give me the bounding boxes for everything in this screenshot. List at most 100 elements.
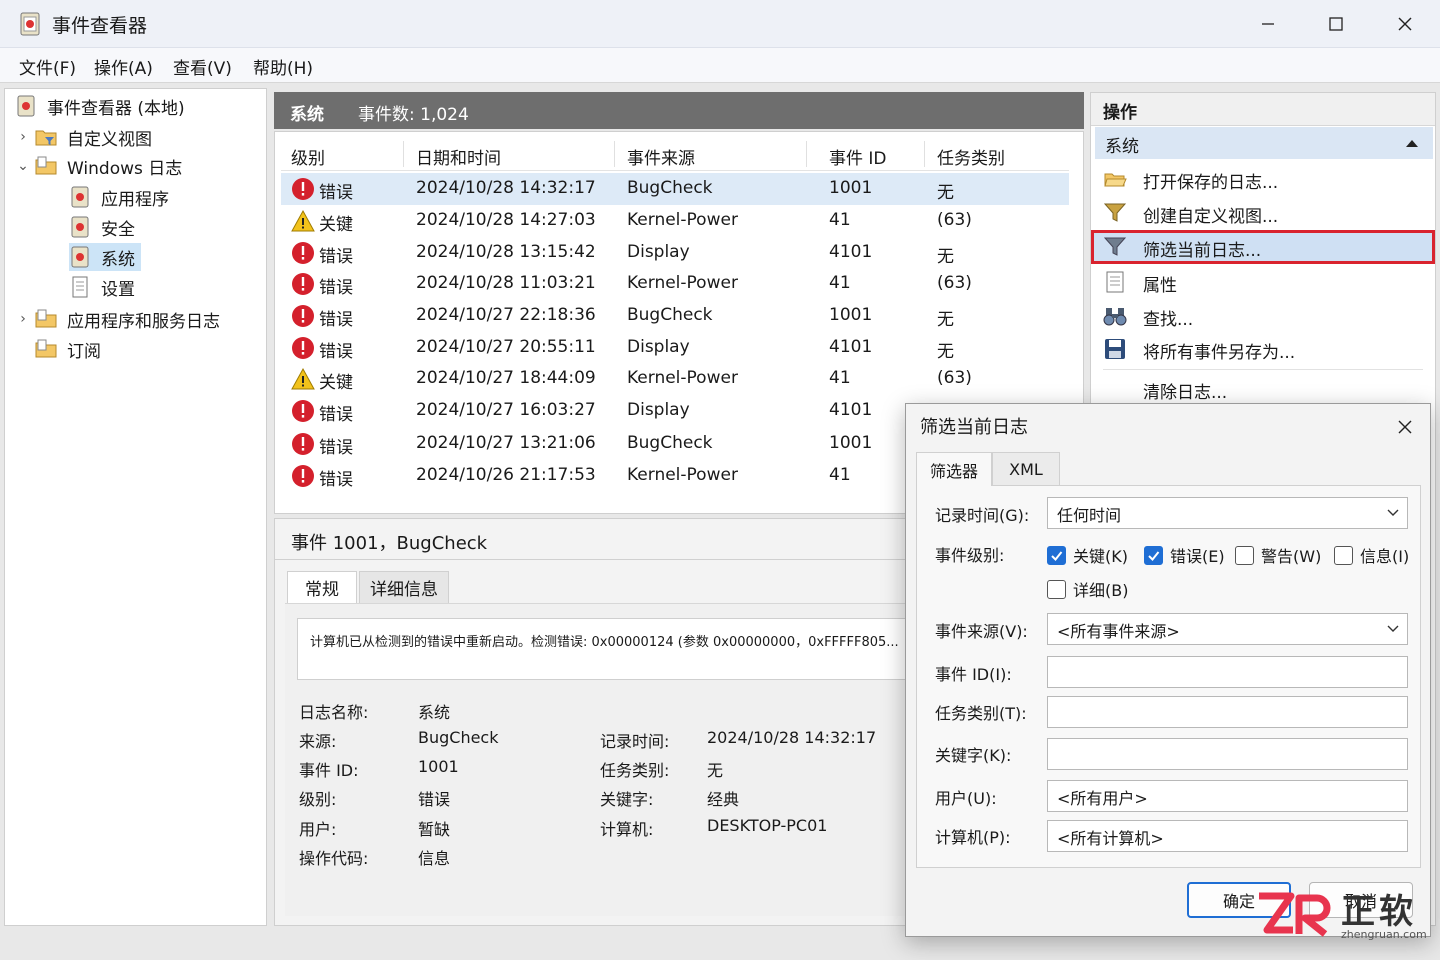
table-row[interactable]: 错误 2024/10/28 14:32:17 BugCheck 1001 无 (281, 173, 1069, 205)
table-row[interactable]: 关键 2024/10/27 18:44:09 Kernel-Power 41 (63) (281, 363, 1069, 395)
error-icon (292, 433, 314, 455)
event-viewer-app-icon (20, 12, 40, 36)
tree-label: 系统 (101, 249, 135, 270)
row-event-id: 1001 (829, 178, 873, 198)
table-row[interactable]: 错误 2024/10/28 13:15:42 Display 4101 无 (281, 237, 1069, 269)
tree-label: 事件查看器 (本地) (47, 98, 185, 119)
table-row[interactable]: 错误 2024/10/27 22:18:36 BugCheck 1001 无 (281, 300, 1069, 332)
collapse-up-icon[interactable] (1405, 139, 1419, 148)
row-source: Kernel-Power (627, 368, 738, 388)
keywords-input[interactable] (1047, 738, 1408, 770)
checkbox-information[interactable]: 信息(I) (1334, 544, 1409, 566)
tree-item-root[interactable]: 事件查看器 (本地) (15, 92, 185, 120)
tree-item-apps-services[interactable]: › 应用程序和服务日志 (15, 305, 220, 333)
tab-details[interactable]: 详细信息 (359, 571, 449, 603)
table-row[interactable]: 关键 2024/10/28 14:27:03 Kernel-Power 41 (63) (281, 205, 1069, 237)
menu-file[interactable]: 文件(F) (19, 54, 76, 79)
folder-subscription-icon (35, 339, 57, 358)
row-source: Kernel-Power (627, 210, 738, 230)
row-level: 错误 (319, 342, 353, 362)
menu-action[interactable]: 操作(A) (94, 54, 153, 79)
actions-section-system[interactable]: 系统 (1095, 127, 1433, 159)
checkbox-warning[interactable]: 警告(W) (1235, 544, 1321, 566)
folder-log-icon (35, 309, 57, 328)
table-row[interactable]: 错误 2024/10/28 11:03:21 Kernel-Power 41 (63) (281, 268, 1069, 300)
action-clear-log[interactable]: 清除日志... (1091, 372, 1435, 406)
dialog-close-button[interactable] (1390, 412, 1420, 442)
tree-item-subscriptions[interactable]: 订阅 (35, 335, 101, 363)
minimize-button[interactable] (1245, 6, 1291, 42)
menu-help[interactable]: 帮助(H) (253, 54, 313, 79)
tree-label: 设置 (101, 279, 135, 300)
row-category: 无 (937, 310, 954, 330)
row-datetime: 2024/10/27 20:55:11 (416, 337, 596, 357)
folder-log-icon (35, 156, 57, 175)
event-id-label: 事件 ID: (299, 761, 359, 780)
action-find[interactable]: 查找... (1091, 299, 1435, 333)
properties-icon (1106, 271, 1124, 293)
action-properties[interactable]: 属性 (1091, 265, 1435, 299)
tab-xml[interactable]: XML (992, 452, 1060, 486)
checkbox-critical[interactable]: 关键(K) (1047, 544, 1128, 566)
chevron-down-icon[interactable]: ⌄ (15, 158, 31, 174)
tree-item-setup[interactable]: 设置 (69, 273, 135, 301)
column-source[interactable]: 事件来源 (627, 144, 695, 169)
row-source: Display (627, 242, 690, 262)
computer-input[interactable]: <所有计算机> (1047, 820, 1408, 852)
menu-view[interactable]: 查看(V) (173, 54, 232, 79)
table-row[interactable]: 错误 2024/10/27 20:55:11 Display 4101 无 (281, 332, 1069, 364)
tree-item-windows-logs[interactable]: ⌄ Windows 日志 (15, 152, 182, 180)
close-button[interactable] (1382, 6, 1428, 42)
level-value: 错误 (418, 790, 451, 809)
tree-item-system[interactable]: 系统 (69, 243, 141, 271)
row-event-id: 4101 (829, 400, 873, 420)
column-datetime[interactable]: 日期和时间 (416, 144, 501, 169)
action-save-all-events[interactable]: 将所有事件另存为... (1091, 332, 1435, 366)
zr-logo-icon (1259, 892, 1331, 937)
action-filter-current-log[interactable]: 筛选当前日志... (1091, 230, 1435, 264)
level-label: 级别: (299, 790, 337, 809)
source-label: 来源: (299, 732, 337, 751)
document-icon (72, 276, 88, 298)
chevron-right-icon[interactable]: › (15, 311, 31, 327)
level-label: 事件级别: (935, 546, 1005, 565)
filter-dialog: 筛选当前日志 筛选器 XML 记录时间(G): 任何时间 事件级别: 关键(K)… (905, 403, 1431, 937)
navigation-tree: 事件查看器 (本地) › 自定义视图 ⌄ Windows 日志 应用程序 安全 … (4, 88, 267, 926)
row-datetime: 2024/10/27 13:21:06 (416, 433, 596, 453)
tree-item-security[interactable]: 安全 (69, 213, 135, 241)
action-create-custom-view[interactable]: 创建自定义视图... (1091, 196, 1435, 230)
tab-filter[interactable]: 筛选器 (916, 452, 992, 486)
action-open-saved-log[interactable]: 打开保存的日志... (1091, 162, 1435, 196)
column-event-id[interactable]: 事件 ID (829, 144, 887, 169)
dialog-title: 筛选当前日志 (920, 417, 1028, 438)
tree-item-custom-views[interactable]: › 自定义视图 (15, 123, 152, 151)
column-task-category[interactable]: 任务类别 (937, 144, 1005, 169)
warning-icon (291, 367, 315, 390)
checkbox-checked-icon (1047, 545, 1066, 565)
column-level[interactable]: 级别 (291, 144, 325, 169)
user-label: 用户: (299, 820, 337, 839)
row-datetime: 2024/10/28 13:15:42 (416, 242, 596, 262)
row-event-id: 4101 (829, 242, 873, 262)
minimize-icon (1262, 23, 1274, 25)
logged-dropdown[interactable]: 任何时间 (1047, 497, 1408, 529)
row-category: 无 (937, 183, 954, 203)
computer-label: 计算机(P): (935, 828, 1011, 847)
save-icon (1105, 339, 1125, 359)
tree-item-application[interactable]: 应用程序 (69, 183, 169, 211)
computer-label: 计算机: (600, 820, 654, 839)
checkbox-verbose[interactable]: 详细(B) (1047, 578, 1128, 600)
task-category-input[interactable] (1047, 696, 1408, 728)
chevron-right-icon[interactable]: › (15, 129, 31, 145)
tab-general[interactable]: 常规 (287, 571, 357, 603)
error-icon (292, 337, 314, 359)
maximize-button[interactable] (1313, 6, 1359, 42)
row-category: 无 (937, 247, 954, 267)
user-input[interactable]: <所有用户> (1047, 780, 1408, 812)
row-event-id: 41 (829, 273, 851, 293)
checkbox-error[interactable]: 错误(E) (1144, 544, 1225, 566)
close-icon (1398, 17, 1412, 31)
source-dropdown[interactable]: <所有事件来源> (1047, 613, 1408, 645)
event-id-input[interactable] (1047, 656, 1408, 688)
tree-label: 应用程序 (101, 189, 169, 210)
